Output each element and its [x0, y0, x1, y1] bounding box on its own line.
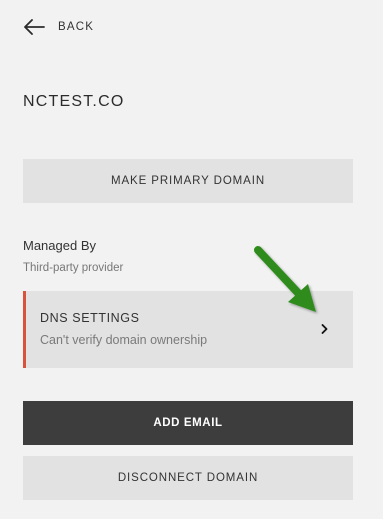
disconnect-domain-button[interactable]: DISCONNECT DOMAIN — [23, 456, 353, 500]
back-link[interactable]: BACK — [23, 16, 94, 38]
page-title: NCTEST.CO — [23, 93, 125, 110]
chevron-right-icon — [321, 324, 328, 334]
add-email-button[interactable]: ADD EMAIL — [23, 401, 353, 445]
managed-by-label: Managed By — [23, 238, 96, 253]
make-primary-domain-button[interactable]: MAKE PRIMARY DOMAIN — [23, 159, 353, 203]
dns-settings-card[interactable]: DNS SETTINGS Can't verify domain ownersh… — [23, 291, 353, 368]
managed-by-value: Third-party provider — [23, 262, 124, 274]
dns-settings-title: DNS SETTINGS — [40, 311, 140, 325]
arrow-left-icon — [24, 19, 45, 35]
dns-status-text: Can't verify domain ownership — [40, 333, 208, 347]
back-label: BACK — [58, 21, 95, 33]
